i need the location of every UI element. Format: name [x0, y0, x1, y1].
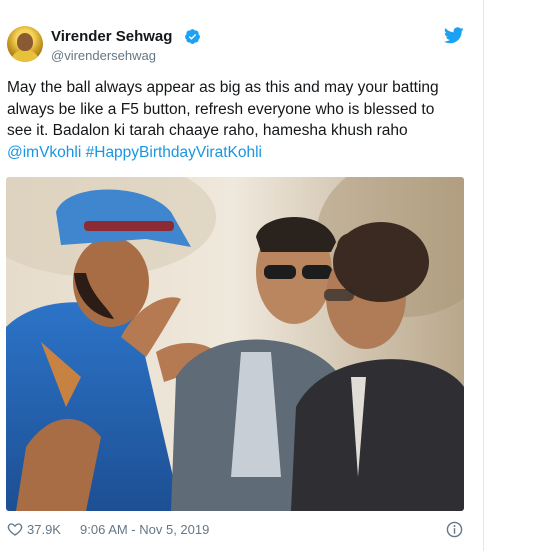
author-handle[interactable]: @virendersehwag: [51, 48, 156, 63]
embedded-tweet-card: Virender Sehwag @virendersehwag May the …: [0, 0, 484, 551]
heart-icon[interactable]: [7, 521, 23, 537]
tweet-photo[interactable]: [6, 177, 464, 511]
tweet-text-line: May the ball always appear as big as thi…: [7, 79, 439, 96]
tweet-tags-line: @imVkohli #HappyBirthdayViratKohli: [7, 142, 467, 164]
author-display-name[interactable]: Virender Sehwag: [51, 28, 172, 45]
author-avatar[interactable]: [7, 26, 43, 62]
like-count[interactable]: 37.9K: [27, 522, 61, 537]
tweet-footer: 37.9K 9:06 AM - Nov 5, 2019: [7, 520, 464, 540]
avatar-face: [17, 33, 33, 51]
verified-badge-icon: [185, 29, 200, 44]
tweet-text-line: see it. Badalon ki tarah chaaye raho, ha…: [7, 122, 408, 139]
tweet-timestamp[interactable]: 9:06 AM - Nov 5, 2019: [80, 522, 209, 537]
avatar-shirt: [11, 50, 39, 62]
mention-link[interactable]: @imVkohli: [7, 144, 81, 161]
tweet-body: May the ball always appear as big as thi…: [7, 77, 467, 163]
photo-illustration: [6, 177, 464, 511]
tweet-text-line: always be like a F5 button, refresh ever…: [7, 100, 435, 118]
hashtag-link[interactable]: #HappyBirthdayViratKohli: [86, 144, 262, 161]
twitter-bird-icon[interactable]: [444, 27, 464, 44]
info-icon[interactable]: [446, 521, 463, 538]
